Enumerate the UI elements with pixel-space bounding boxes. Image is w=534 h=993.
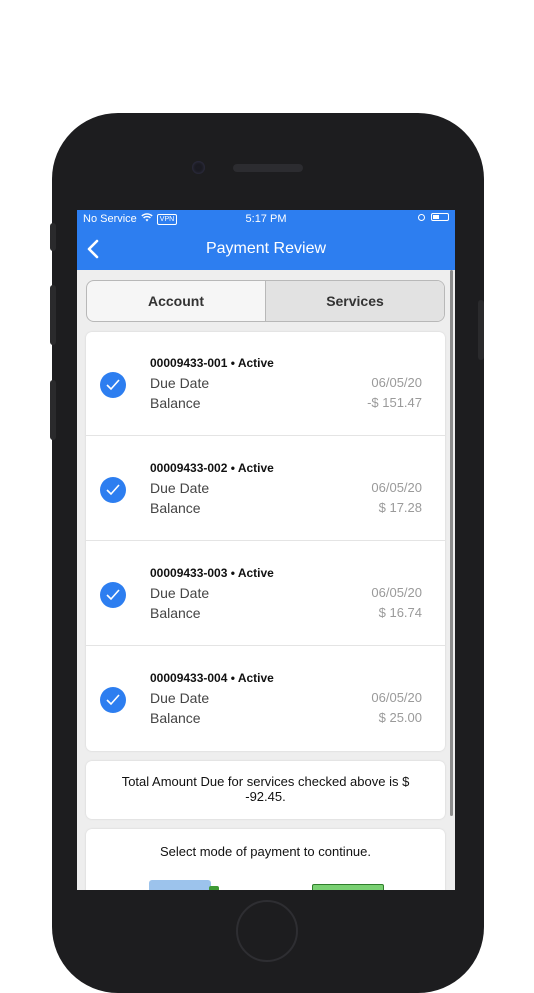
balance-label: Balance <box>150 395 201 411</box>
balance-value: $ 16.74 <box>378 605 422 620</box>
nav-bar: Payment Review <box>77 229 455 270</box>
checkmark-icon[interactable] <box>100 477 126 503</box>
balance-label: Balance <box>150 710 201 726</box>
volume-up-button <box>50 285 56 345</box>
tab-account[interactable]: Account <box>87 281 265 321</box>
battery-icon <box>431 213 449 221</box>
balance-value: $ 17.28 <box>378 500 422 515</box>
orientation-lock-icon <box>418 213 425 221</box>
check-icon[interactable] <box>312 884 384 890</box>
due-date-value: 06/05/20 <box>371 375 422 390</box>
service-account: 00009433-001 • Active <box>150 356 274 370</box>
scroll-indicator[interactable] <box>450 270 453 816</box>
service-row[interactable]: 00009433-004 • Active Due Date Balance 0… <box>86 647 445 751</box>
balance-value: $ 25.00 <box>378 710 422 725</box>
services-list: 00009433-001 • Active Due Date Balance 0… <box>86 332 445 751</box>
checkmark-icon[interactable] <box>100 687 126 713</box>
checkmark-icon[interactable] <box>100 582 126 608</box>
segment-control: Account Services <box>86 280 445 322</box>
front-camera <box>192 161 205 174</box>
total-amount-text: Total Amount Due for services checked ab… <box>121 774 410 804</box>
due-date-label: Due Date <box>150 480 210 496</box>
status-time: 5:17 PM <box>245 213 287 225</box>
service-row[interactable]: 00009433-002 • Active Due Date Balance 0… <box>86 437 445 541</box>
due-date-label: Due Date <box>150 690 210 706</box>
due-date-value: 06/05/20 <box>371 585 422 600</box>
status-right <box>418 213 449 221</box>
due-date-label: Due Date <box>150 585 210 601</box>
mute-switch <box>50 223 56 251</box>
due-date-label: Due Date <box>150 375 210 391</box>
payment-prompt: Select mode of payment to continue. <box>159 844 371 859</box>
service-account: 00009433-002 • Active <box>150 461 274 475</box>
service-account: 00009433-003 • Active <box>150 566 274 580</box>
service-row[interactable]: 00009433-003 • Active Due Date Balance 0… <box>86 542 445 646</box>
service-account: 00009433-004 • Active <box>150 671 274 685</box>
volume-down-button <box>50 380 56 440</box>
home-button <box>236 900 298 962</box>
tab-services[interactable]: Services <box>265 281 444 321</box>
due-date-value: 06/05/20 <box>371 690 422 705</box>
app-screen: No Service VPN 5:17 PM Payment Review Ac… <box>77 210 455 890</box>
credit-card-icon[interactable] <box>149 880 219 890</box>
page-title: Payment Review <box>205 240 327 257</box>
service-row[interactable]: 00009433-001 • Active Due Date Balance 0… <box>86 332 445 436</box>
due-date-value: 06/05/20 <box>371 480 422 495</box>
status-bar: No Service VPN 5:17 PM <box>77 210 455 229</box>
balance-label: Balance <box>150 500 201 516</box>
total-summary: Total Amount Due for services checked ab… <box>86 761 445 819</box>
power-button <box>478 300 484 360</box>
earpiece-speaker <box>233 164 303 172</box>
checkmark-icon[interactable] <box>100 372 126 398</box>
balance-label: Balance <box>150 605 201 621</box>
payment-mode-card: Select mode of payment to continue. <box>86 829 445 890</box>
balance-value: -$ 151.47 <box>367 395 422 410</box>
